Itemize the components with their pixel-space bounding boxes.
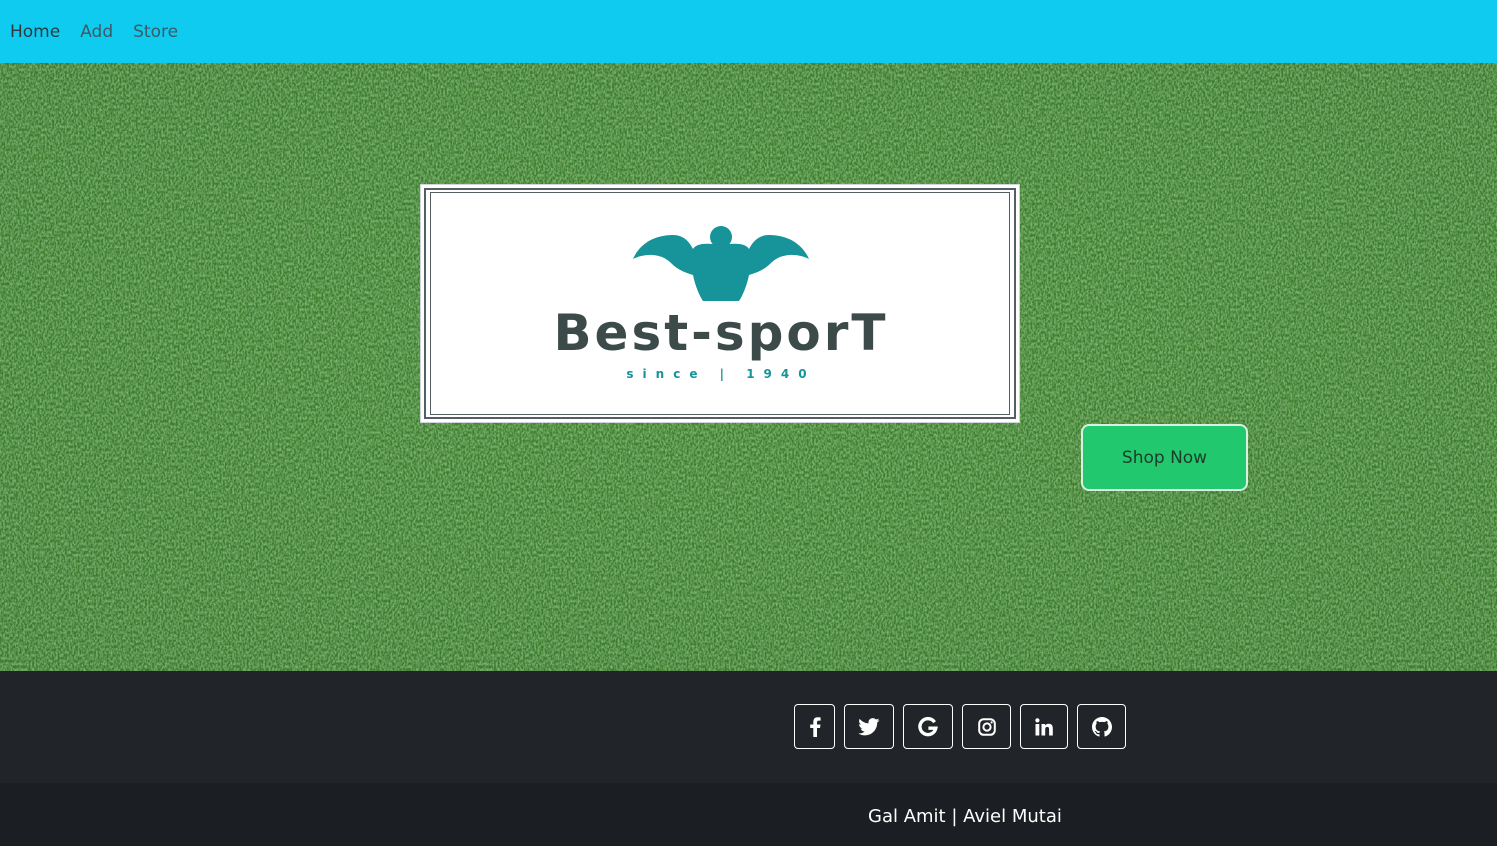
copyright-bar: Gal Amit | Aviel Mutai bbox=[0, 783, 1497, 846]
instagram-icon bbox=[977, 717, 996, 736]
github-button[interactable] bbox=[1077, 704, 1126, 749]
credits-text: Gal Amit | Aviel Mutai bbox=[868, 806, 1062, 827]
github-icon bbox=[1091, 716, 1112, 737]
twitter-icon bbox=[858, 717, 880, 735]
shop-now-button[interactable]: Shop Now bbox=[1081, 424, 1248, 491]
logo-subtitle: since | 1940 bbox=[626, 367, 816, 381]
linkedin-icon bbox=[1035, 717, 1053, 735]
nav-link-add[interactable]: Add bbox=[80, 22, 113, 42]
logo-title: Best-sporT bbox=[553, 304, 889, 362]
navbar: Home Add Store bbox=[0, 0, 1497, 63]
linkedin-button[interactable] bbox=[1020, 704, 1068, 749]
bodybuilder-icon bbox=[633, 226, 809, 301]
social-footer bbox=[0, 671, 1497, 783]
facebook-button[interactable] bbox=[794, 704, 835, 749]
nav-link-store[interactable]: Store bbox=[133, 22, 178, 42]
brand-logo-card: Best-sporT since | 1940 bbox=[420, 184, 1020, 423]
google-icon bbox=[918, 716, 938, 736]
google-button[interactable] bbox=[903, 704, 953, 749]
instagram-button[interactable] bbox=[962, 704, 1011, 749]
hero-banner: Best-sporT since | 1940 Shop Now bbox=[0, 63, 1497, 671]
facebook-icon bbox=[809, 716, 821, 737]
nav-link-home[interactable]: Home bbox=[10, 22, 60, 42]
twitter-button[interactable] bbox=[844, 704, 894, 749]
